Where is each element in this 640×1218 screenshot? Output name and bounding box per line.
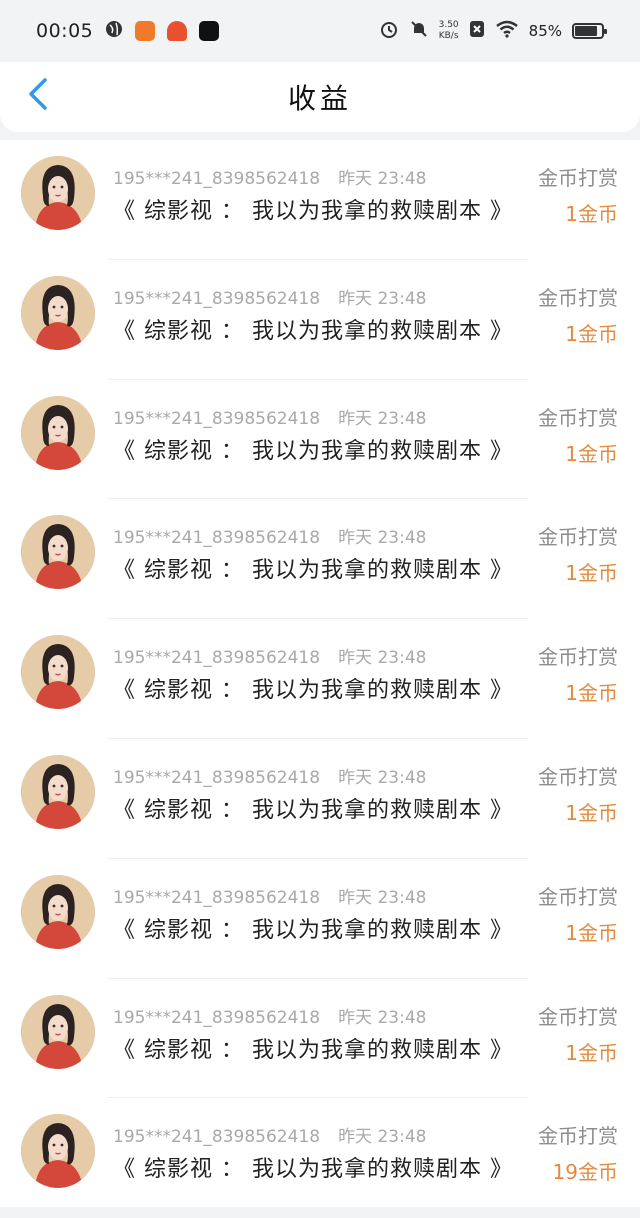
list-item[interactable]: 195***241_8398562418 昨天 23:48 《 综影视 ： 我以为我… bbox=[0, 619, 640, 739]
net-speed: 3.50 KB/s bbox=[439, 20, 459, 42]
chevron-left-icon bbox=[27, 77, 49, 115]
avatar[interactable] bbox=[21, 515, 95, 590]
row-meta: 195***241_8398562418 昨天 23:48 bbox=[113, 1003, 426, 1028]
globe-icon bbox=[105, 20, 123, 42]
user-id: 195***241_8398562418 bbox=[113, 288, 321, 309]
avatar[interactable] bbox=[21, 1114, 95, 1189]
reward-type: 金币打赏 bbox=[538, 884, 618, 909]
sim-off-icon bbox=[469, 20, 485, 42]
book-title: 《 综影视 ： 我以为我拿的救赎剧本 》 bbox=[113, 199, 513, 224]
avatar[interactable] bbox=[21, 635, 95, 710]
timestamp: 昨天 23:48 bbox=[338, 887, 427, 908]
timestamp: 昨天 23:48 bbox=[338, 288, 427, 309]
avatar[interactable] bbox=[21, 874, 95, 949]
app-icon-red bbox=[167, 21, 188, 41]
list-item[interactable]: 195***241_8398562418 昨天 23:48 《 综影视 ： 我以为我… bbox=[0, 739, 640, 859]
user-id: 195***241_8398562418 bbox=[113, 169, 321, 189]
row-meta: 195***241_8398562418 昨天 23:48 bbox=[113, 1122, 426, 1147]
battery-icon bbox=[572, 23, 607, 39]
battery-percent: 85% bbox=[528, 22, 562, 40]
tiktok-icon bbox=[199, 21, 220, 41]
book-title: 《 综影视 ： 我以为我拿的救赎剧本 》 bbox=[113, 438, 513, 464]
net-speed-unit: KB/s bbox=[438, 31, 459, 41]
reward-amount: 1金币 bbox=[565, 1040, 618, 1065]
timestamp: 昨天 23:48 bbox=[338, 648, 427, 669]
reward-type: 金币打赏 bbox=[538, 525, 618, 550]
book-title: 《 综影视 ： 我以为我拿的救赎剧本 》 bbox=[113, 1037, 513, 1063]
reward-type: 金币打赏 bbox=[538, 166, 618, 190]
user-id: 195***241_8398562418 bbox=[113, 1007, 321, 1028]
reward-amount: 19金币 bbox=[552, 1160, 618, 1185]
status-time: 00:05 bbox=[36, 20, 94, 42]
timestamp: 昨天 23:48 bbox=[338, 1127, 427, 1148]
user-id: 195***241_8398562418 bbox=[113, 887, 321, 908]
list-item[interactable]: 195***241_8398562418 昨天 23:48 《 综影视 ： 我以为我… bbox=[0, 859, 640, 979]
user-id: 195***241_8398562418 bbox=[113, 1127, 321, 1148]
book-title: 《 综影视 ： 我以为我拿的救赎剧本 》 bbox=[113, 678, 513, 704]
timestamp: 昨天 23:48 bbox=[338, 528, 427, 549]
book-title: 《 综影视 ： 我以为我拿的救赎剧本 》 bbox=[113, 1157, 513, 1183]
row-meta: 195***241_8398562418 昨天 23:48 bbox=[113, 404, 426, 429]
page-title: 收益 bbox=[287, 82, 352, 115]
timestamp: 昨天 23:48 bbox=[338, 768, 427, 788]
book-title: 《 综影视 ： 我以为我拿的救赎剧本 》 bbox=[113, 558, 513, 584]
avatar[interactable] bbox=[21, 156, 95, 230]
app-icon-orange bbox=[135, 21, 156, 41]
list-item[interactable]: 195***241_8398562418 昨天 23:48 《 综影视 ： 我以为我… bbox=[0, 979, 640, 1099]
book-title: 《 综影视 ： 我以为我拿的救赎剧本 》 bbox=[113, 798, 513, 823]
user-id: 195***241_8398562418 bbox=[113, 768, 321, 788]
reward-amount: 1金币 bbox=[565, 920, 618, 945]
reward-amount: 1金币 bbox=[565, 321, 618, 346]
net-speed-value: 3.50 bbox=[438, 20, 459, 30]
row-meta: 195***241_8398562418 昨天 23:48 bbox=[113, 164, 426, 189]
avatar[interactable] bbox=[21, 275, 95, 350]
user-id: 195***241_8398562418 bbox=[113, 648, 321, 669]
book-title: 《 综影视 ： 我以为我拿的救赎剧本 》 bbox=[113, 917, 513, 943]
avatar[interactable] bbox=[21, 994, 95, 1069]
timestamp: 昨天 23:48 bbox=[338, 408, 427, 429]
book-title: 《 综影视 ： 我以为我拿的救赎剧本 》 bbox=[113, 318, 513, 344]
reward-type: 金币打赏 bbox=[538, 645, 618, 670]
reward-amount: 1金币 bbox=[565, 441, 618, 466]
avatar[interactable] bbox=[21, 755, 95, 829]
reward-type: 金币打赏 bbox=[538, 765, 618, 789]
reward-type: 金币打赏 bbox=[538, 405, 618, 430]
row-meta: 195***241_8398562418 昨天 23:48 bbox=[113, 763, 426, 788]
reward-amount: 1金币 bbox=[565, 801, 618, 825]
row-meta: 195***241_8398562418 昨天 23:48 bbox=[113, 523, 426, 548]
avatar[interactable] bbox=[21, 395, 95, 470]
reward-amount: 1金币 bbox=[565, 561, 618, 586]
header-bar: 收益 bbox=[0, 62, 640, 132]
timestamp: 昨天 23:48 bbox=[338, 169, 427, 189]
list-item[interactable]: 195***241_8398562418 昨天 23:48 《 综影视 ： 我以为我… bbox=[0, 499, 640, 620]
reward-type: 金币打赏 bbox=[538, 1004, 618, 1029]
reward-amount: 1金币 bbox=[565, 202, 618, 226]
list-item[interactable]: 195***241_8398562418 昨天 23:48 《 综影视 ： 我以为我… bbox=[0, 260, 640, 380]
row-meta: 195***241_8398562418 昨天 23:48 bbox=[113, 284, 426, 309]
list-item[interactable]: 195***241_8398562418 昨天 23:48 《 综影视 ： 我以为我… bbox=[0, 1098, 640, 1218]
status-bar: 00:05 3.50 KB/s 85% bbox=[0, 0, 640, 62]
mute-bell-icon bbox=[409, 19, 429, 43]
wifi-icon bbox=[495, 20, 519, 42]
back-button[interactable] bbox=[18, 76, 58, 116]
row-meta: 195***241_8398562418 昨天 23:48 bbox=[113, 643, 426, 668]
alarm-icon bbox=[379, 19, 399, 43]
list-item[interactable]: 195***241_8398562418 昨天 23:48 《 综影视 ： 我以为我… bbox=[0, 380, 640, 500]
row-meta: 195***241_8398562418 昨天 23:48 bbox=[113, 883, 426, 908]
timestamp: 昨天 23:48 bbox=[338, 1007, 427, 1028]
reward-amount: 1金币 bbox=[565, 681, 618, 706]
reward-type: 金币打赏 bbox=[538, 1124, 618, 1149]
reward-type: 金币打赏 bbox=[538, 285, 618, 310]
user-id: 195***241_8398562418 bbox=[113, 528, 321, 549]
user-id: 195***241_8398562418 bbox=[113, 408, 321, 429]
list-item[interactable]: 195***241_8398562418 昨天 23:48 《 综影视 ： 我以为我… bbox=[0, 140, 640, 260]
battery-fill bbox=[575, 26, 598, 36]
earnings-list: 195***241_8398562418 昨天 23:48 《 综影视 ： 我以为我… bbox=[0, 140, 640, 1207]
